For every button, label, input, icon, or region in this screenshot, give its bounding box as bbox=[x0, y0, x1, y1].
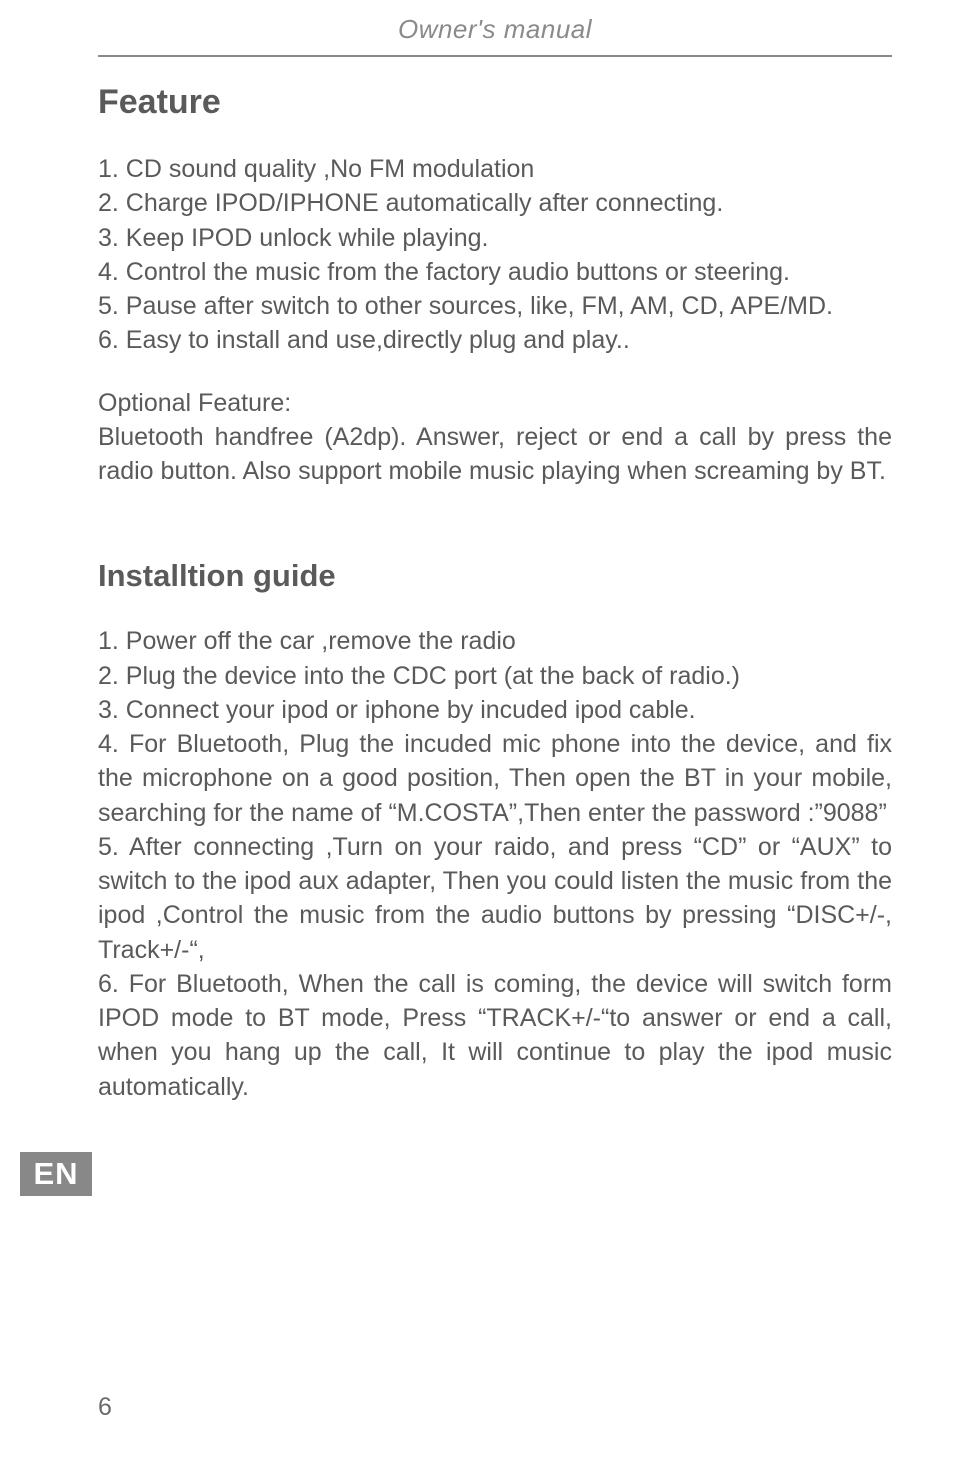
install-list: 1. Power off the car ,remove the radio 2… bbox=[98, 624, 892, 1104]
page-number: 6 bbox=[98, 1393, 112, 1422]
feature-item: 4. Control the music from the factory au… bbox=[98, 255, 892, 289]
page-container: Owner's manual Feature 1. CD sound quali… bbox=[0, 0, 960, 1458]
feature-heading: Feature bbox=[98, 83, 892, 122]
language-tab: EN bbox=[20, 1152, 92, 1196]
install-item: 3. Connect your ipod or iphone by incude… bbox=[98, 693, 892, 727]
feature-list: 1. CD sound quality ,No FM modulation 2.… bbox=[98, 152, 892, 358]
feature-item: 6. Easy to install and use,directly plug… bbox=[98, 323, 892, 357]
install-item: 6. For Bluetooth, When the call is comin… bbox=[98, 967, 892, 1104]
installation-heading: Installtion guide bbox=[98, 558, 892, 594]
optional-feature-title: Optional Feature: bbox=[98, 386, 892, 420]
feature-item: 2. Charge IPOD/IPHONE automatically afte… bbox=[98, 186, 892, 220]
feature-item: 1. CD sound quality ,No FM modulation bbox=[98, 152, 892, 186]
install-item: 5. After connecting ,Turn on your raido,… bbox=[98, 830, 892, 967]
feature-item: 5. Pause after switch to other sources, … bbox=[98, 289, 892, 323]
optional-feature-block: Optional Feature: Bluetooth handfree (A2… bbox=[98, 386, 892, 489]
optional-feature-body: Bluetooth handfree (A2dp). Answer, rejec… bbox=[98, 423, 892, 485]
feature-item: 3. Keep IPOD unlock while playing. bbox=[98, 221, 892, 255]
install-item: 1. Power off the car ,remove the radio bbox=[98, 624, 892, 658]
install-item: 4. For Bluetooth, Plug the incuded mic p… bbox=[98, 727, 892, 830]
install-item: 2. Plug the device into the CDC port (at… bbox=[98, 659, 892, 693]
page-header: Owner's manual bbox=[98, 14, 892, 57]
